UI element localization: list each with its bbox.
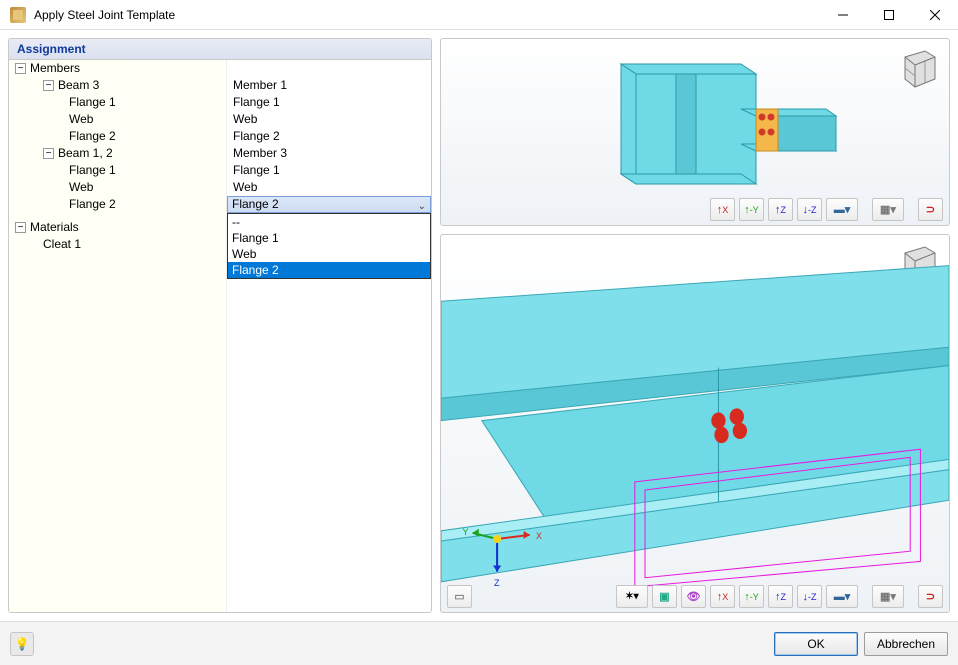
view-wireframe-button[interactable]: ▦▾ [872, 585, 904, 608]
app-icon [10, 7, 26, 23]
view-x-button[interactable]: ↑X [710, 585, 735, 608]
collapse-icon[interactable]: − [43, 148, 54, 159]
viewport-top-toolbar: ↑X ↑-Y ↑Z ↓-Z ▬▾ ▦▾ ⊃ [710, 198, 943, 221]
dropdown-option-flange1[interactable]: Flange 1 [228, 230, 430, 246]
tree-node-materials[interactable]: −Materials [9, 219, 226, 236]
value-beam3-web[interactable]: Web [227, 111, 431, 128]
viewport-bottom-toolbar-left: ▭ [447, 585, 472, 608]
view-z-button[interactable]: ↑Z [768, 198, 793, 221]
window-controls [820, 0, 958, 29]
orientation-cube-icon[interactable] [895, 47, 939, 91]
svg-text:X: X [536, 531, 542, 541]
value-beam12-web[interactable]: Web [227, 179, 431, 196]
tree-label: Beam 3 [58, 78, 99, 92]
viewport-bottom-toolbar: ✶▾ ▣ 👁 ↑X ↑-Y ↑Z ↓-Z ▬▾ ▦▾ ⊃ [616, 585, 943, 608]
tree-column-structure: −Members −Beam 3 Flange 1 Web Flange 2 −… [9, 60, 227, 612]
ok-button[interactable]: OK [774, 632, 858, 656]
tree-area: −Members −Beam 3 Flange 1 Web Flange 2 −… [9, 60, 431, 612]
view-magnet-button[interactable]: ⊃ [918, 198, 943, 221]
view-iso-button[interactable]: ▬▾ [826, 585, 858, 608]
lightbulb-icon: 💡 [15, 637, 30, 651]
tree-label: Materials [30, 220, 79, 234]
tree-node-beam3-flange2[interactable]: Flange 2 [9, 128, 226, 145]
view-minus-y-button[interactable]: ↑-Y [739, 585, 764, 608]
panel-header: Assignment [9, 39, 431, 60]
tree-node-beam12[interactable]: −Beam 1, 2 [9, 145, 226, 162]
tree-node-beam3[interactable]: −Beam 3 [9, 77, 226, 94]
steel-joint-render-bottom: X Y Z [441, 235, 949, 602]
tree-label: Web [69, 180, 93, 194]
tree-label: Beam 1, 2 [58, 146, 113, 160]
svg-text:Z: Z [494, 578, 500, 588]
tree-node-beam12-web[interactable]: Web [9, 179, 226, 196]
viewport-bottom[interactable]: X Y Z ▭ ✶▾ ▣ 👁 ↑X ↑-Y ↑Z ↓-Z ▬▾ [440, 234, 950, 613]
tree-node-beam3-flange1[interactable]: Flange 1 [9, 94, 226, 111]
value-beam12-flange2-combo[interactable]: Flange 2 ⌄ [227, 196, 431, 213]
view-eye-button[interactable]: 👁 [681, 585, 706, 608]
view-minus-y-button[interactable]: ↑-Y [739, 198, 764, 221]
view-fit-button[interactable]: ▣ [652, 585, 677, 608]
tree-label: Flange 2 [69, 129, 116, 143]
tree-label: Web [69, 112, 93, 126]
collapse-icon[interactable]: − [43, 80, 54, 91]
view-z-button[interactable]: ↑Z [768, 585, 793, 608]
combo-value: Flange 2 [232, 196, 279, 213]
titlebar: Apply Steel Joint Template [0, 0, 958, 30]
view-extra-button[interactable]: ▭ [447, 585, 472, 608]
tree-label: Flange 1 [69, 163, 116, 177]
collapse-icon[interactable]: − [15, 222, 26, 233]
view-wireframe-button[interactable]: ▦▾ [872, 198, 904, 221]
view-minus-z-button[interactable]: ↓-Z [797, 198, 822, 221]
tree-node-members[interactable]: −Members [9, 60, 226, 77]
cancel-button[interactable]: Abbrechen [864, 632, 948, 656]
hint-bulb-button[interactable]: 💡 [10, 632, 34, 656]
tree-node-beam3-web[interactable]: Web [9, 111, 226, 128]
viewport-top[interactable]: ↑X ↑-Y ↑Z ↓-Z ▬▾ ▦▾ ⊃ [440, 38, 950, 226]
view-minus-z-button[interactable]: ↓-Z [797, 585, 822, 608]
tree-label: Flange 1 [69, 95, 116, 109]
value-beam12-flange1[interactable]: Flange 1 [227, 162, 431, 179]
collapse-icon[interactable]: − [15, 63, 26, 74]
value-beam12-member[interactable]: Member 3 [227, 145, 431, 162]
flange-dropdown[interactable]: -- Flange 1 Web Flange 2 [227, 213, 431, 279]
tree-node-beam12-flange1[interactable]: Flange 1 [9, 162, 226, 179]
tree-node-cleat1[interactable]: Cleat 1 [9, 236, 226, 253]
view-x-button[interactable]: ↑X [710, 198, 735, 221]
view-magnet-button[interactable]: ⊃ [918, 585, 943, 608]
maximize-button[interactable] [866, 0, 912, 29]
value-beam3-member[interactable]: Member 1 [227, 77, 431, 94]
tree-label: Members [30, 61, 80, 75]
dropdown-option-flange2[interactable]: Flange 2 [228, 262, 430, 278]
view-iso-button[interactable]: ▬▾ [826, 198, 858, 221]
svg-text:Y: Y [462, 527, 468, 537]
tree-column-values: Member 1 Flange 1 Web Flange 2 Member 3 … [227, 60, 431, 612]
footer: 💡 OK Abbrechen [0, 621, 958, 665]
view-axes-button[interactable]: ✶▾ [616, 585, 648, 608]
tree-label: Flange 2 [69, 197, 116, 211]
tree-label: Cleat 1 [43, 237, 81, 251]
assignment-panel: Assignment −Members −Beam 3 Flange 1 Web… [8, 38, 432, 613]
minimize-button[interactable] [820, 0, 866, 29]
dropdown-option-blank[interactable]: -- [228, 214, 430, 230]
close-button[interactable] [912, 0, 958, 29]
dropdown-option-web[interactable]: Web [228, 246, 430, 262]
window-title: Apply Steel Joint Template [34, 8, 820, 22]
value-beam3-flange1[interactable]: Flange 1 [227, 94, 431, 111]
tree-node-beam12-flange2[interactable]: Flange 2 [9, 196, 226, 213]
steel-joint-render-top [561, 54, 841, 194]
value-beam3-flange2[interactable]: Flange 2 [227, 128, 431, 145]
